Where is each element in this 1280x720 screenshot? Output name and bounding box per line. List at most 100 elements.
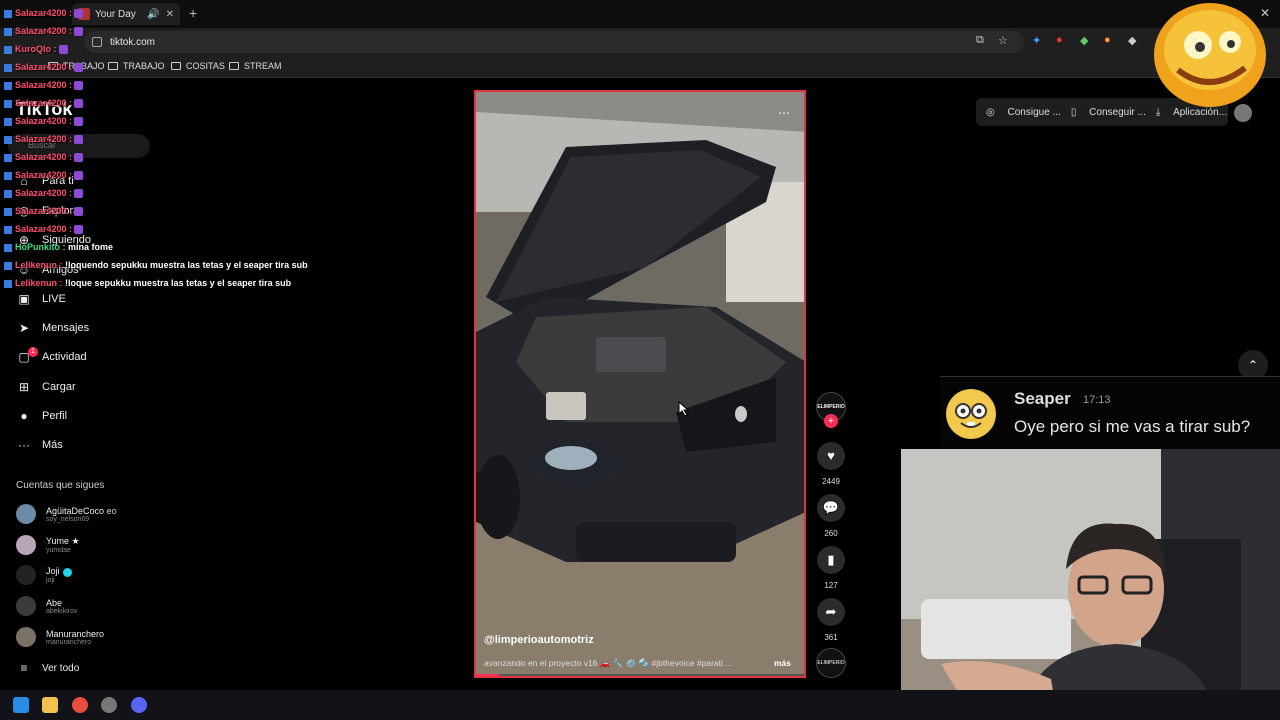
tab-active[interactable]: Your Day 🔊 ✕ <box>72 3 180 25</box>
taskbar <box>0 690 1280 720</box>
folder-icon <box>229 62 239 70</box>
bookmark-folder[interactable]: TRABAJO <box>108 61 165 71</box>
address-bar: tiktok.com ⧉ ☆ ✦ ● ◆ ● ◆ <box>0 28 1280 56</box>
alert-text: Oye pero si me vas a tirar sub? <box>1014 417 1251 436</box>
nav-live[interactable]: ▣ LIVE <box>14 292 66 306</box>
chat-line: Salazar4200 : <box>4 8 84 19</box>
chat-line: Salazar4200 : <box>4 26 84 37</box>
heart-icon: ♥ <box>817 442 845 470</box>
install-icon[interactable]: ⧉ <box>976 34 984 47</box>
account-item[interactable]: Manuranchero manuranchero <box>16 627 104 647</box>
chat-message: mina fome <box>68 242 114 252</box>
nav-mas[interactable]: ··· Más <box>14 438 63 452</box>
tab-title: Your Day <box>95 8 136 20</box>
extension-icon[interactable]: ● <box>1104 34 1111 46</box>
extension-icon[interactable]: ● <box>1056 34 1063 46</box>
get-app-button[interactable]: ▯ Conseguir ... <box>1071 107 1146 118</box>
badge-icon <box>4 117 12 126</box>
badge-icon <box>4 81 12 90</box>
emote-icon <box>74 9 84 19</box>
verified-icon <box>62 567 72 577</box>
stream-message-alert: Seaper 17:13 Oye pero si me vas a tirar … <box>940 376 1280 456</box>
new-tab-button[interactable]: + <box>189 5 197 21</box>
chat-username: Salazar4200 : <box>15 98 73 108</box>
chat-username: HoPunkito : <box>15 242 66 252</box>
like-button[interactable]: ♥ 2449 <box>814 442 848 486</box>
badge-icon <box>4 225 12 234</box>
chat-username: Salazar4200 : <box>15 26 73 36</box>
chat-message: !loquendo sepukku muestra las tetas y el… <box>65 260 308 270</box>
extension-icon[interactable]: ✦ <box>1032 34 1041 47</box>
account-item[interactable]: Abe abekikirov <box>16 596 78 616</box>
discord-icon[interactable] <box>131 697 147 713</box>
chat-username: Salazar4200 : <box>15 206 73 216</box>
chat-username: Lelikenun : <box>15 278 63 288</box>
live-icon: ▣ <box>18 292 30 306</box>
emote-icon <box>74 63 84 73</box>
badge-icon <box>4 27 12 36</box>
tab-close-icon[interactable]: ✕ <box>166 9 174 20</box>
chat-username: Lelikenun : <box>15 260 63 270</box>
badge-icon <box>4 279 12 288</box>
chat-line: Salazar4200 : <box>4 62 84 73</box>
share-arrow-icon: ➦ <box>817 598 845 626</box>
emote-icon <box>58 45 68 55</box>
badge-icon <box>4 243 12 252</box>
site-info-icon[interactable] <box>92 37 102 47</box>
bookmark-folder[interactable]: COSITAS <box>171 61 225 71</box>
chat-line: Lelikenun : !loquendo sepukku muestra la… <box>4 260 308 270</box>
nav-actividad[interactable]: ▢ Actividad <box>14 350 86 364</box>
folder-icon <box>108 62 118 70</box>
bookmarks-bar: TRABAJO TRABAJO COSITAS STREAM <box>0 56 1280 78</box>
nav-mensajes[interactable]: ➤ Mensajes <box>14 321 89 335</box>
chat-username: Salazar4200 : <box>15 116 73 126</box>
nerd-emoji-avatar <box>946 389 996 439</box>
sound-disc-avatar[interactable]: ELIMPERIO <box>816 648 846 678</box>
account-item[interactable]: AgüitaDeCoco eo soy_nelson69 <box>16 504 117 524</box>
settings-icon[interactable] <box>101 697 117 713</box>
follow-plus-icon[interactable]: + <box>824 414 838 428</box>
comment-button[interactable]: 💬 260 <box>814 494 848 538</box>
chat-username: Salazar4200 : <box>15 188 73 198</box>
windows-start-icon[interactable] <box>13 697 29 713</box>
video-progress[interactable] <box>476 674 804 676</box>
chat-message: !loque sepukku muestra las tetas y el se… <box>65 278 292 288</box>
avatar <box>16 565 36 585</box>
file-explorer-icon[interactable] <box>42 697 58 713</box>
chat-username: Salazar4200 : <box>15 152 73 162</box>
speaker-icon[interactable]: 🔊 <box>147 9 159 20</box>
nav-cargar[interactable]: ⊞ Cargar <box>14 380 76 394</box>
emote-icon <box>74 135 84 145</box>
chrome-icon[interactable] <box>72 697 88 713</box>
badge-icon <box>4 63 12 72</box>
chat-username: Salazar4200 : <box>15 170 73 180</box>
share-button[interactable]: ➦ 361 <box>814 598 848 642</box>
emote-icon <box>74 117 84 127</box>
account-item[interactable]: Joji joji <box>16 565 72 585</box>
see-all-link[interactable]: ≡ Ver todo <box>14 661 79 675</box>
account-item[interactable]: Yume ★ yumdae <box>16 535 80 555</box>
url-text: tiktok.com <box>110 36 156 48</box>
chat-line: Salazar4200 : <box>4 134 84 145</box>
avatar <box>16 504 36 524</box>
nav-perfil[interactable]: ● Perfil <box>14 409 67 423</box>
bookmark-folder[interactable]: STREAM <box>229 61 282 71</box>
video-author[interactable]: @limperioautomotriz <box>484 634 594 646</box>
chat-line: Salazar4200 : <box>4 170 84 181</box>
video-player[interactable]: ⋯ @limperioautomotriz avanzando en el pr… <box>474 90 806 678</box>
save-button[interactable]: ▮ 127 <box>814 546 848 590</box>
get-coins-button[interactable]: ◎ Consigue ... <box>986 107 1061 118</box>
extension-icon[interactable]: ◆ <box>1080 34 1088 47</box>
avatar <box>16 596 36 616</box>
emote-icon <box>74 81 84 91</box>
bookmark-icon: ▮ <box>817 546 845 574</box>
url-field[interactable]: tiktok.com <box>84 31 1024 53</box>
cursor-icon <box>678 401 690 417</box>
extension-icon[interactable]: ◆ <box>1128 34 1136 47</box>
see-more-link[interactable]: más <box>774 658 791 668</box>
more-options-icon[interactable]: ⋯ <box>778 106 790 120</box>
bookmark-star-icon[interactable]: ☆ <box>998 34 1008 47</box>
chat-username: Salazar4200 : <box>15 224 73 234</box>
emote-icon <box>74 207 84 217</box>
notification-badge: 1 <box>28 347 38 357</box>
